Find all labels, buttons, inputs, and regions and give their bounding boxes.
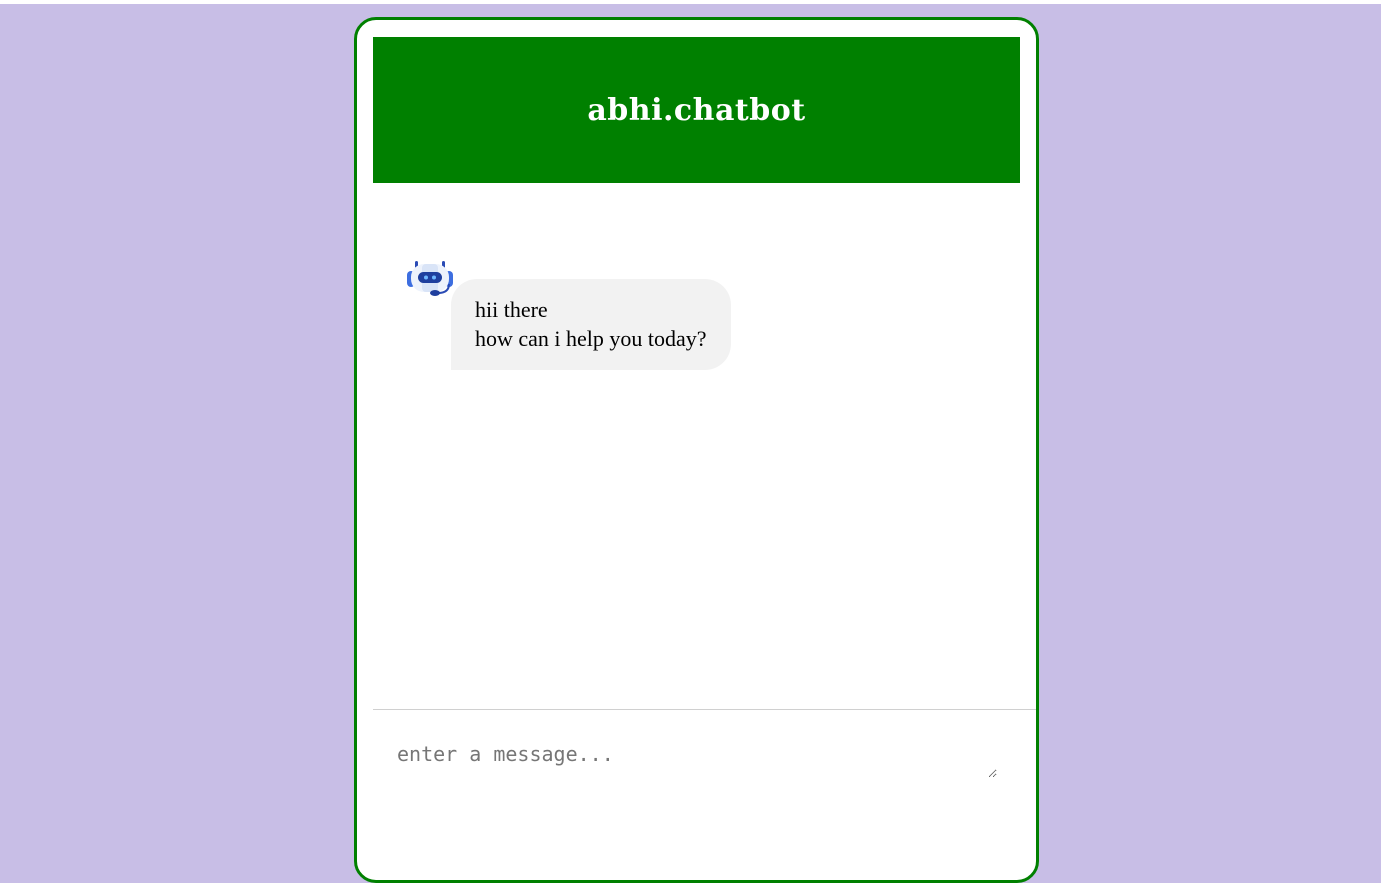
chatbot-window: abhi.chatbot hii there how can i help yo… [354, 17, 1039, 883]
bot-message-bubble: hii there how can i help you today? [451, 279, 731, 370]
composer-divider [373, 709, 1036, 710]
chat-log[interactable]: hii there how can i help you today? [373, 183, 1036, 709]
browser-top-strip [0, 0, 1381, 4]
message-input[interactable] [397, 742, 997, 778]
chat-header: abhi.chatbot [373, 37, 1020, 183]
chat-title: abhi.chatbot [587, 92, 806, 128]
robot-icon [405, 256, 455, 300]
